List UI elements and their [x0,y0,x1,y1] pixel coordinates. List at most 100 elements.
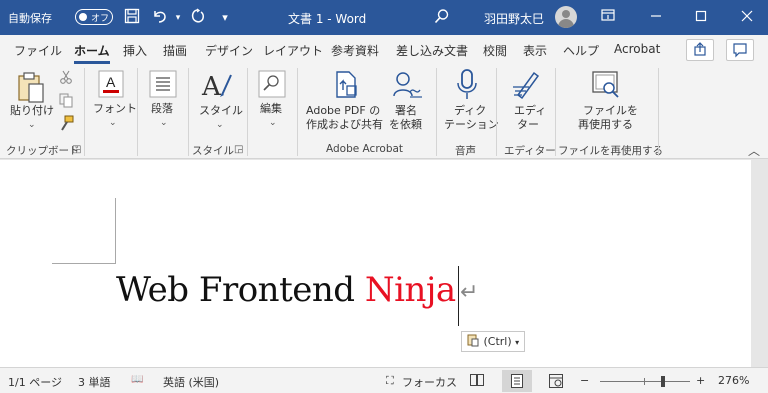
divider [555,68,556,156]
reuse-label-2[interactable]: 再使用する [578,118,633,132]
adobe-pdf-label-2[interactable]: 作成および共有 [306,118,383,132]
paste-label[interactable]: 貼り付け [10,104,54,118]
proofing-icon[interactable]: 📖 [131,374,143,385]
styles-label[interactable]: スタイル [199,104,243,118]
editing-icon[interactable] [258,70,286,101]
tab-view[interactable]: 表示 [523,42,547,59]
zoom-level[interactable]: 276% [718,374,749,387]
tab-insert[interactable]: 挿入 [123,42,147,59]
language[interactable]: 英語 (米国) [163,374,219,390]
dictation-label-2[interactable]: テーション [444,118,499,132]
sign-label-2[interactable]: を依頼 [389,118,422,132]
editor-label-1[interactable]: エディ [514,104,546,118]
editing-dropdown-icon[interactable]: ⌄ [269,118,277,128]
focus-icon[interactable]: ⛶ [386,374,394,388]
text-red: Ninja [364,270,456,310]
maximize-icon[interactable] [691,8,711,28]
divider [247,68,248,156]
styles-dropdown-icon[interactable]: ⌄ [216,120,224,130]
collapse-ribbon-icon[interactable]: ︿ [748,142,760,159]
tab-home[interactable]: ホーム [74,42,110,64]
redo-icon[interactable] [188,8,208,28]
create-pdf-icon[interactable] [334,70,360,103]
zoom-out-button[interactable]: − [580,374,589,387]
editor-icon[interactable] [512,69,542,104]
user-name[interactable]: 羽田野太巳 [484,10,544,27]
crop-mark [115,198,116,263]
page-count[interactable]: 1/1 ページ [8,374,62,390]
font-icon[interactable]: A [98,70,124,101]
svg-text:A: A [201,72,222,101]
divider [436,68,437,156]
tab-mailings[interactable]: 差し込み文書 [396,42,468,59]
share-button[interactable] [686,39,714,61]
close-icon[interactable] [737,8,757,28]
paragraph-dropdown-icon[interactable]: ⌄ [160,118,168,128]
divider [84,68,85,156]
copy-icon[interactable] [58,92,74,111]
microphone-icon[interactable] [456,69,478,104]
paragraph-icon[interactable] [149,70,177,101]
styles-icon[interactable]: A [200,69,234,104]
tab-acrobat[interactable]: Acrobat [614,42,660,56]
tab-draw[interactable]: 描画 [163,42,187,59]
paragraph-mark-icon: ↵ [460,280,479,305]
divider [658,68,659,156]
document-body-text[interactable]: Web Frontend Ninja [116,270,456,310]
comments-button[interactable] [726,39,754,61]
styles-launcher-icon[interactable]: ◲ [234,144,243,155]
paste-dropdown-icon[interactable]: ⌄ [28,120,36,130]
save-icon[interactable] [122,8,142,28]
focus-label[interactable]: フォーカス [402,374,457,390]
read-mode-icon[interactable] [470,374,484,389]
vertical-scrollbar[interactable] [751,160,768,367]
dictation-label-1[interactable]: ディク [454,104,486,118]
status-bar: 1/1 ページ 3 単語 📖 英語 (米国) ⛶ フォーカス − + 276% [0,367,768,393]
zoom-slider-thumb[interactable] [661,376,665,387]
reuse-files-icon[interactable] [590,69,622,104]
zoom-slider[interactable] [600,381,690,382]
sign-label-1[interactable]: 署名 [395,104,417,118]
paste-options-label: (Ctrl) [483,335,512,348]
word-count[interactable]: 3 単語 [78,374,111,390]
cut-icon[interactable] [58,69,74,88]
undo-dropdown-icon[interactable]: ▾ [168,8,188,28]
adobe-pdf-label-1[interactable]: Adobe PDF の [306,104,380,118]
tab-design[interactable]: デザイン [205,42,253,59]
font-dropdown-icon[interactable]: ⌄ [109,118,117,128]
paragraph-label[interactable]: 段落 [151,102,173,116]
font-label[interactable]: フォント [93,102,137,116]
styles-group-label: スタイル [192,145,234,157]
clipboard-group-label: クリップボード [6,145,80,157]
customize-qat-icon[interactable]: ▾ [215,8,235,28]
minimize-icon[interactable] [646,8,666,28]
search-icon[interactable] [432,8,452,28]
format-painter-icon[interactable] [57,115,75,136]
avatar[interactable] [555,6,577,28]
clipboard-launcher-icon[interactable]: ◲ [72,144,81,155]
paste-options-button[interactable]: (Ctrl) ▾ [461,331,525,352]
zoom-center-tick [644,378,645,385]
tab-layout[interactable]: レイアウト [263,42,323,59]
ribbon-display-icon[interactable] [598,8,618,28]
autosave-state: オフ [91,14,110,24]
paste-small-icon [467,334,479,347]
divider [297,68,298,156]
editing-label[interactable]: 編集 [260,102,282,116]
text-cursor [458,266,459,326]
reuse-label-1[interactable]: ファイルを [583,104,638,118]
request-signature-icon[interactable] [392,70,424,103]
text-black: Web Frontend [116,270,365,310]
zoom-in-button[interactable]: + [696,374,705,387]
undo-icon[interactable] [150,8,170,28]
editor-label-2[interactable]: ター [517,118,539,132]
avatar-head [562,10,570,18]
tab-review[interactable]: 校閲 [483,42,507,59]
divider [188,68,189,156]
autosave-toggle[interactable]: オフ [75,9,113,25]
print-layout-icon[interactable] [510,374,524,391]
tab-file[interactable]: ファイル [14,42,62,59]
tab-help[interactable]: ヘルプ [563,42,599,59]
web-layout-icon[interactable] [549,374,563,391]
tab-references[interactable]: 参考資料 [331,42,379,59]
